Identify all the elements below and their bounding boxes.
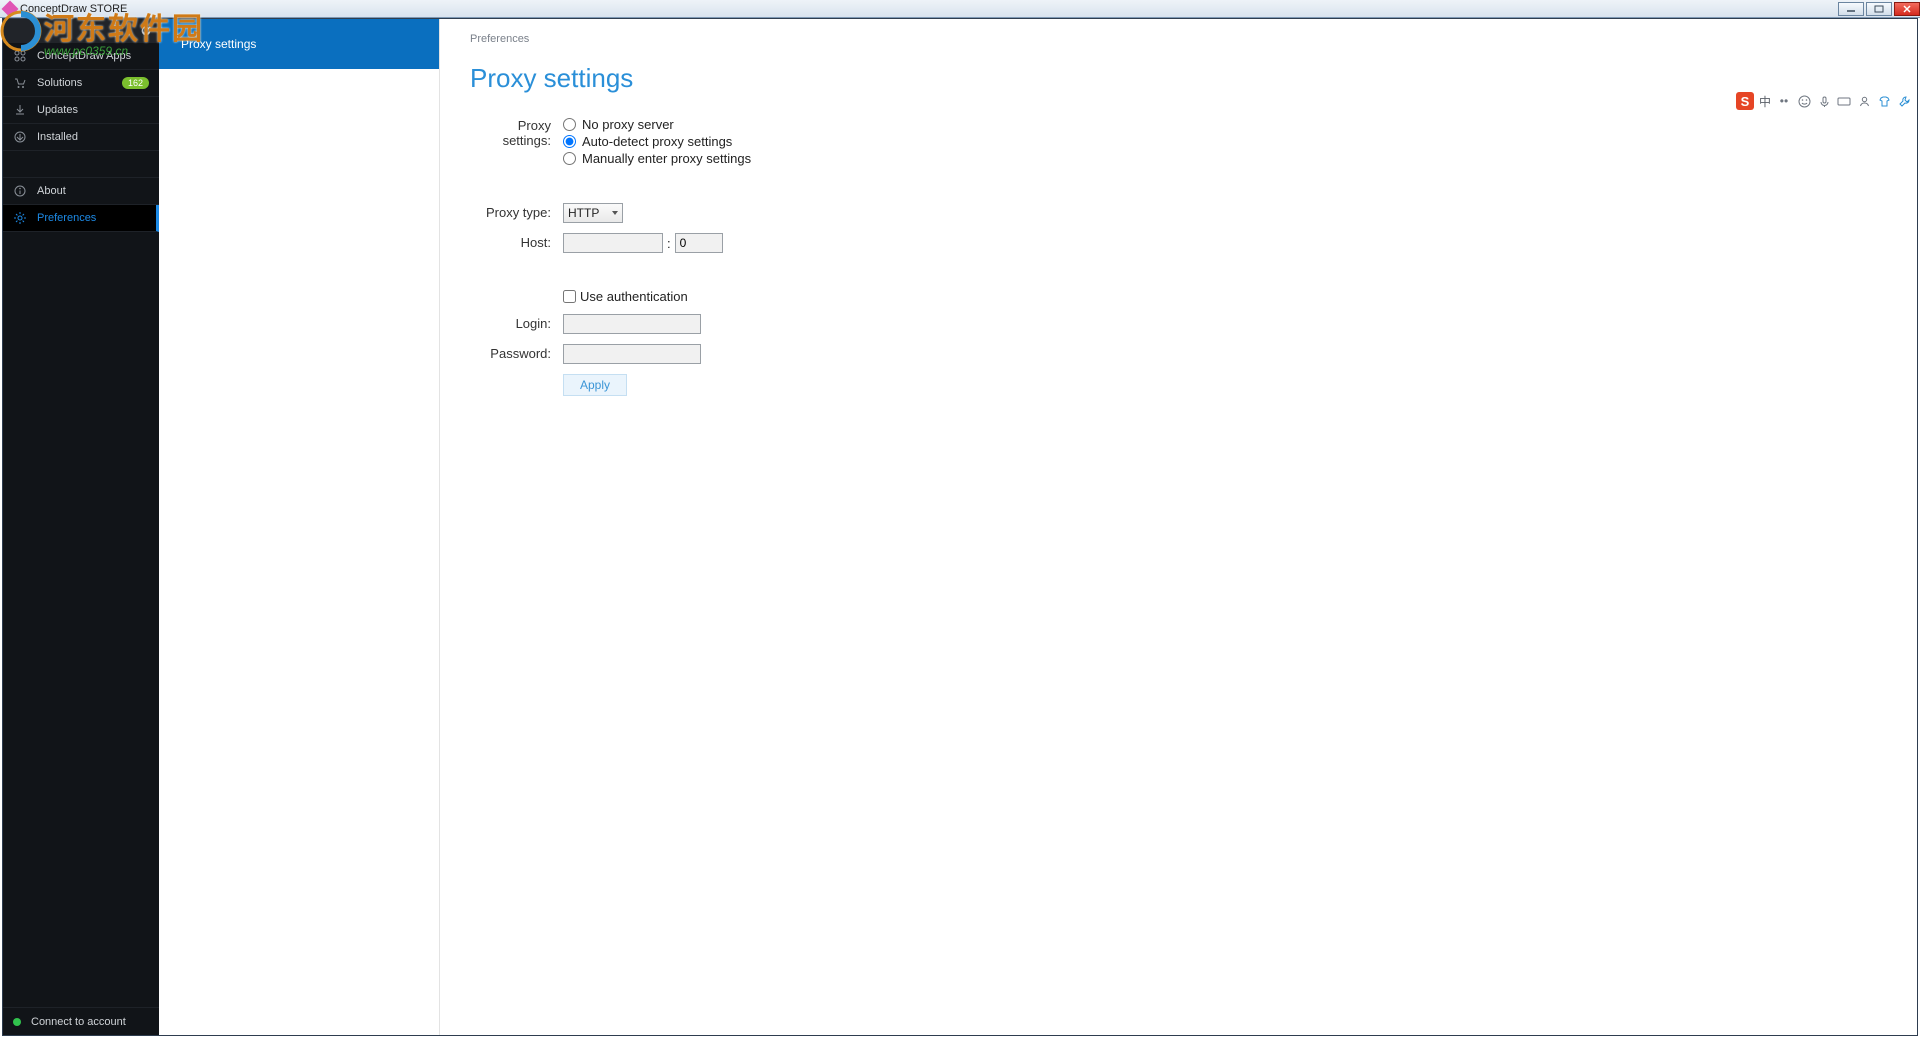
ime-punct-icon[interactable]: •• [1776, 93, 1792, 109]
use-auth-checkbox-input[interactable] [563, 290, 576, 303]
app-icon [2, 0, 19, 17]
password-label: Password: [470, 344, 563, 361]
maximize-button[interactable] [1866, 2, 1892, 16]
host-label: Host: [470, 233, 563, 250]
sidebar-item-label: Solutions [37, 77, 82, 89]
status-dot-icon [13, 1018, 21, 1026]
download-icon [13, 104, 27, 116]
sidebar-item-label: About [37, 185, 66, 197]
radio-manual[interactable]: Manually enter proxy settings [563, 150, 751, 167]
page-title: Proxy settings [470, 63, 1887, 94]
sidebar-footer-connect[interactable]: Connect to account [3, 1007, 159, 1035]
proxy-settings-label: Proxy settings: [470, 116, 563, 148]
sidebar-item-label: Installed [37, 131, 78, 143]
apply-button[interactable]: Apply [563, 374, 627, 396]
breadcrumb: Preferences [470, 33, 1887, 45]
cart-icon [13, 77, 27, 89]
radio-manual-input[interactable] [563, 152, 576, 165]
sidebar-item-updates[interactable]: Updates [3, 97, 159, 124]
sidebar-item-about[interactable]: About [3, 178, 159, 205]
use-auth-checkbox[interactable]: Use authentication [563, 289, 688, 304]
ime-mic-icon[interactable] [1816, 93, 1832, 109]
host-input[interactable] [563, 233, 663, 253]
main-content: Preferences Proxy settings Proxy setting… [440, 19, 1917, 1035]
radio-no-proxy[interactable]: No proxy server [563, 116, 751, 133]
radio-no-proxy-input[interactable] [563, 118, 576, 131]
ime-sogou-icon[interactable]: S [1736, 92, 1754, 110]
sidebar-item-label: Updates [37, 104, 78, 116]
use-auth-label: Use authentication [580, 289, 688, 304]
subnav-item-label: Proxy settings [181, 37, 256, 51]
port-input[interactable] [675, 233, 723, 253]
host-port-separator: : [667, 236, 671, 251]
ime-lang-toggle[interactable]: 中 [1758, 93, 1772, 109]
ime-keyboard-icon[interactable] [1836, 93, 1852, 109]
ime-tools-icon[interactable] [1896, 93, 1912, 109]
sidebar-footer-label: Connect to account [31, 1016, 126, 1028]
sidebar-item-apps[interactable]: ConceptDraw Apps [3, 43, 159, 70]
ime-user-icon[interactable] [1856, 93, 1872, 109]
login-label: Login: [470, 314, 563, 331]
sidebar-item-label: Preferences [37, 212, 96, 224]
window-titlebar: ConceptDraw STORE [0, 0, 1920, 18]
sidebar-item-installed[interactable]: Installed [3, 124, 159, 151]
proxy-type-label: Proxy type: [470, 203, 563, 220]
radio-label: Auto-detect proxy settings [582, 133, 732, 150]
radio-label: No proxy server [582, 116, 674, 133]
minimize-button[interactable] [1838, 2, 1864, 16]
password-input[interactable] [563, 344, 701, 364]
window-title: ConceptDraw STORE [20, 3, 127, 15]
preferences-subnav: Proxy settings [159, 19, 440, 1035]
info-icon [13, 185, 27, 197]
ime-emoji-icon[interactable] [1796, 93, 1812, 109]
apps-icon [13, 50, 27, 62]
sidebar-item-label: ConceptDraw Apps [37, 50, 131, 62]
proxy-type-value: HTTP [568, 206, 599, 220]
proxy-type-select[interactable]: HTTP [563, 203, 623, 223]
subnav-item-proxy-settings[interactable]: Proxy settings [159, 19, 439, 69]
primary-sidebar: ConceptDraw Apps Solutions 162 Updates I… [3, 19, 159, 1035]
installed-icon [13, 131, 27, 143]
gear-icon [13, 212, 27, 224]
login-input[interactable] [563, 314, 701, 334]
radio-label: Manually enter proxy settings [582, 150, 751, 167]
close-button[interactable] [1894, 2, 1920, 16]
sidebar-item-solutions[interactable]: Solutions 162 [3, 70, 159, 97]
radio-auto-detect-input[interactable] [563, 135, 576, 148]
ime-toolbar: S 中 •• [1736, 92, 1912, 110]
refresh-icon[interactable] [139, 24, 153, 38]
radio-auto-detect[interactable]: Auto-detect proxy settings [563, 133, 751, 150]
sidebar-brand-bar [3, 19, 159, 43]
sidebar-item-preferences[interactable]: Preferences [3, 205, 159, 232]
ime-skin-icon[interactable] [1876, 93, 1892, 109]
solutions-badge: 162 [122, 77, 149, 89]
